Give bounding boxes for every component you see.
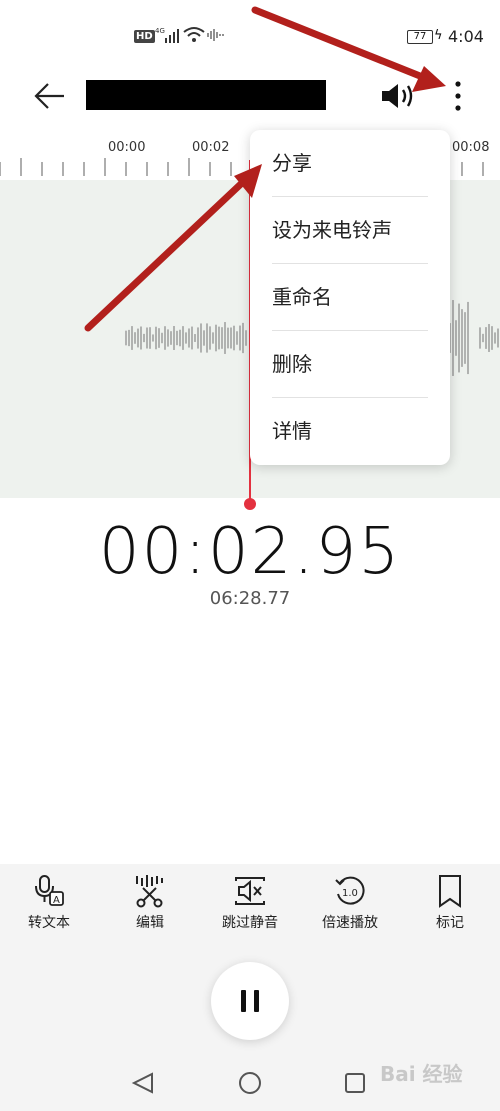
tool-label: 跳过静音: [222, 915, 278, 931]
battery-icon: 77: [407, 30, 433, 44]
arrow-left-icon[interactable]: [30, 76, 70, 116]
nav-back-icon[interactable]: [130, 1072, 156, 1094]
total-duration: 06:28.77: [209, 588, 291, 609]
nav-recents-icon[interactable]: [344, 1072, 366, 1094]
menu-item-details[interactable]: 详情: [272, 398, 428, 464]
tool-bookmark[interactable]: 标记: [405, 874, 495, 934]
skip-silence-icon: [235, 877, 265, 905]
ruler-label: 00:00: [108, 140, 146, 155]
cellular-signal-icon: 4G: [155, 27, 179, 43]
menu-item-delete[interactable]: 删除: [272, 331, 428, 397]
menu-item-rename[interactable]: 重命名: [272, 264, 428, 330]
wifi-icon: [183, 27, 205, 42]
pause-button[interactable]: [211, 962, 289, 1040]
status-bar: HD 4G 77 ϟ 4:04: [0, 0, 500, 70]
tool-skip-silence[interactable]: 跳过静音: [205, 874, 295, 934]
current-time: 00:02.95: [98, 515, 402, 589]
more-vertical-icon[interactable]: [444, 76, 472, 116]
bookmark-icon: [439, 875, 461, 908]
tool-transcribe[interactable]: A 转文本: [4, 874, 94, 934]
speed-badge: 1.0: [342, 888, 358, 899]
hd-badge: HD: [134, 30, 155, 43]
tool-label: 转文本: [28, 915, 70, 931]
ruler-label: 00:08: [452, 140, 490, 155]
svg-text:A: A: [53, 895, 60, 906]
network-type: 4G: [155, 27, 165, 35]
ruler-label: 00:02: [192, 140, 230, 155]
overflow-menu: 分享 设为来电铃声 重命名 删除 详情: [250, 130, 450, 465]
nav-home-icon[interactable]: [238, 1071, 262, 1095]
audio-activity-icon: [207, 29, 224, 41]
tool-label: 标记: [436, 915, 464, 931]
tool-edit[interactable]: 编辑: [105, 874, 195, 934]
tool-label: 倍速播放: [322, 915, 378, 931]
recording-title-redacted: [86, 80, 326, 110]
menu-item-set-ringtone[interactable]: 设为来电铃声: [272, 197, 428, 263]
charging-icon: ϟ: [434, 28, 443, 43]
watermark-logo: Bai 经验: [380, 1062, 463, 1086]
menu-item-share[interactable]: 分享: [272, 130, 428, 196]
speech-to-text-icon: A: [35, 875, 64, 906]
playback-speed-icon: 1.0: [335, 876, 365, 905]
clock: 4:04: [448, 27, 484, 46]
battery-level: 77: [413, 31, 427, 42]
scissors-edit-icon: [136, 875, 163, 908]
speaker-icon[interactable]: [378, 80, 418, 112]
tool-playback-speed[interactable]: 1.0 倍速播放: [305, 874, 395, 934]
tool-label: 编辑: [136, 915, 164, 931]
pause-icon: [241, 990, 259, 1012]
playhead-handle[interactable]: [244, 498, 256, 510]
